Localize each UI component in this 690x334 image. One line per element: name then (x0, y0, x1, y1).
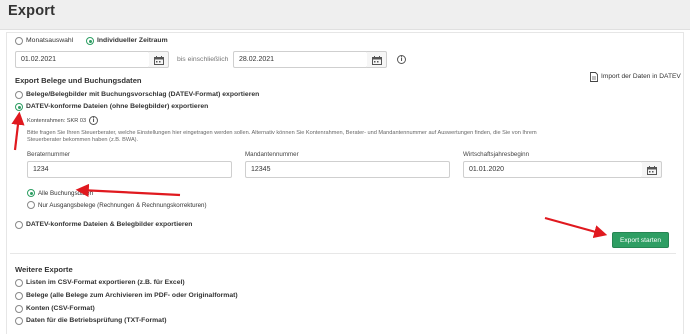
arrow-annotation (75, 183, 181, 198)
arrow-annotation (11, 111, 25, 151)
arrow-annotation (544, 216, 608, 239)
annotation-arrows (11, 111, 608, 239)
